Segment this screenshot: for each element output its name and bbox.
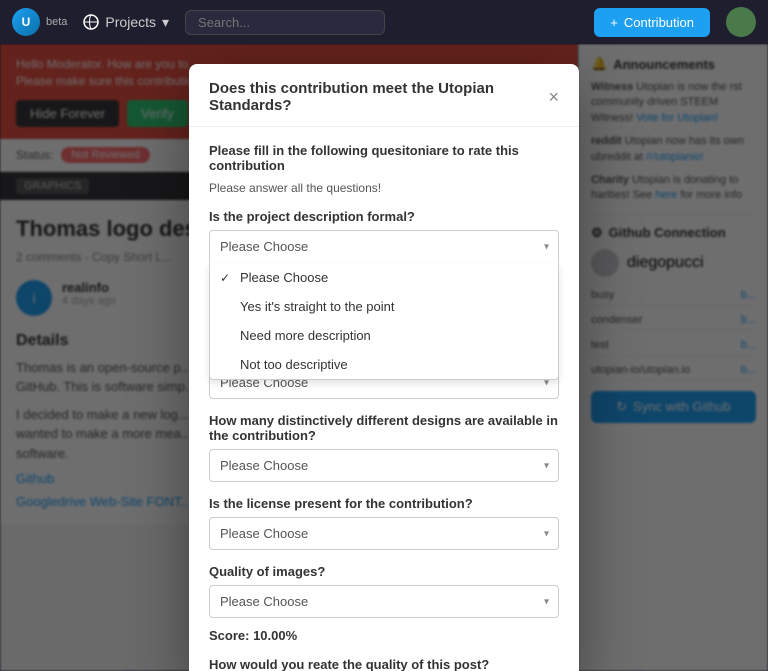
search-input[interactable] [185,10,385,35]
score-display: Score: 10.00% [209,628,559,643]
projects-nav[interactable]: Projects ▾ [83,14,169,31]
modal-instruction: Please answer all the questions! [209,181,559,195]
modal-title: Does this contribution meet the Utopian … [209,80,548,114]
plus-icon: + [610,15,618,30]
modal-body: Please fill in the following quesitoniar… [189,127,579,671]
q5-select[interactable]: Please Choose [209,517,559,550]
modal-dialog: Does this contribution meet the Utopian … [189,64,579,671]
chevron-down-icon: ▾ [162,14,169,31]
q6-label: Quality of images? [209,564,559,579]
q5-label: Is the license present for the contribut… [209,496,559,511]
navbar: U beta Projects ▾ + Contribution [0,0,768,44]
q6-select[interactable]: Please Choose [209,585,559,618]
modal-header: Does this contribution meet the Utopian … [189,64,579,127]
page-body: Hello Moderator. How are you to...Please… [0,44,768,671]
q1-label: Is the project description formal? [209,209,559,224]
contribution-button[interactable]: + Contribution [594,8,710,37]
logo: U beta [12,8,67,36]
q4-select-wrapper: Please Choose ▾ [209,449,559,482]
quality-label: How would you reate the quality of this … [209,657,559,671]
checkmark-icon: ✓ [220,271,234,285]
beta-label: beta [46,16,67,28]
dropdown-option-not-descriptive[interactable]: Not too descriptive [210,350,558,379]
q6-select-wrapper: Please Choose ▾ [209,585,559,618]
q4-label: How many distinctively different designs… [209,413,559,443]
q4-select[interactable]: Please Choose [209,449,559,482]
user-avatar[interactable] [726,7,756,37]
q1-select-wrapper: Please Choose Yes it's straight to the p… [209,230,559,263]
projects-label: Projects [105,14,156,30]
logo-icon: U [12,8,40,36]
dropdown-option-please-choose[interactable]: ✓ Please Choose [210,263,558,292]
modal-close-button[interactable]: × [548,87,559,108]
q1-select[interactable]: Please Choose Yes it's straight to the p… [209,230,559,263]
modal-overlay: Does this contribution meet the Utopian … [0,44,768,671]
dropdown-option-straight[interactable]: Yes it's straight to the point [210,292,558,321]
dropdown-option-more-desc[interactable]: Need more description [210,321,558,350]
modal-description: Please fill in the following quesitoniar… [209,143,559,173]
q1-dropdown-list: ✓ Please Choose Yes it's straight to the… [209,263,559,380]
q5-select-wrapper: Please Choose ▾ [209,517,559,550]
